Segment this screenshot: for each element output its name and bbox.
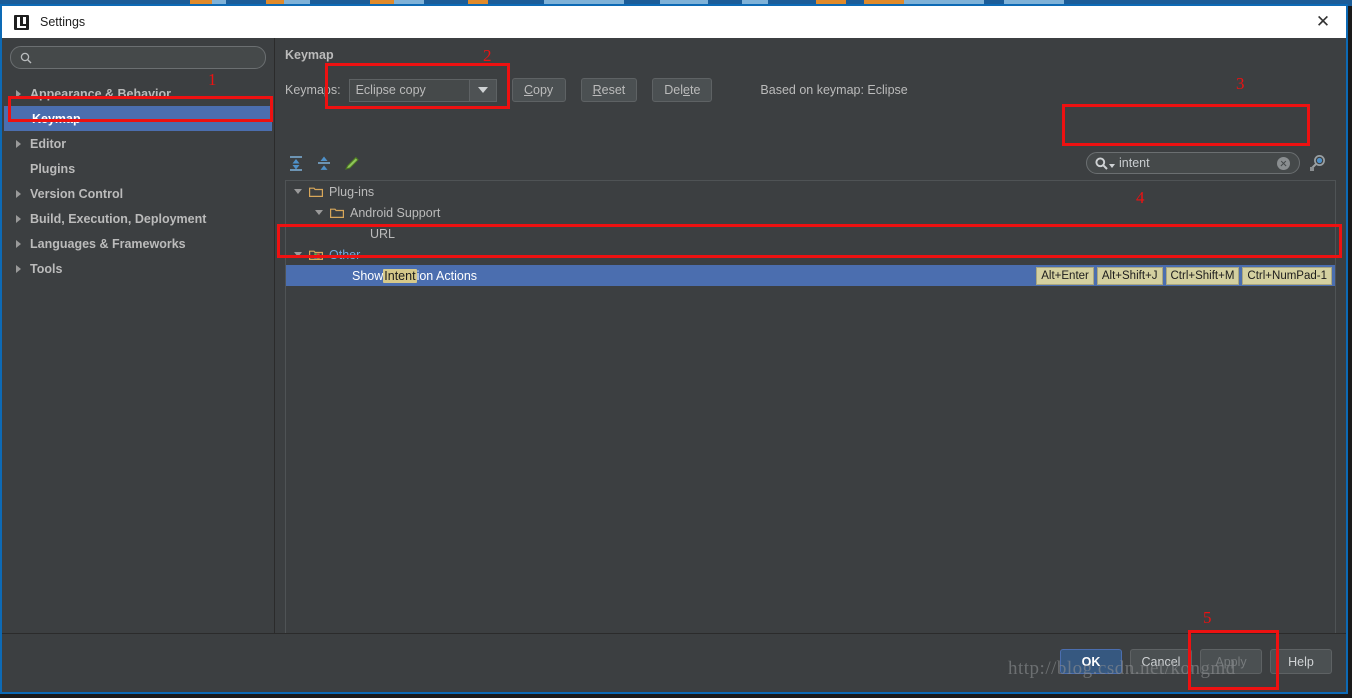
chevron-right-icon	[16, 214, 21, 223]
copy-button-label-rest: opy	[533, 83, 554, 97]
chevron-down-icon[interactable]	[294, 189, 302, 194]
settings-window-root: Settings ✕ Appearance & Behavior Keymap …	[0, 0, 1352, 698]
chevron-right-icon	[16, 89, 21, 98]
keymap-select[interactable]: Eclipse copy	[348, 78, 497, 102]
sidebar-item-label: Tools	[30, 261, 63, 276]
window-title: Settings	[40, 15, 86, 29]
keymap-search-value: intent	[1119, 156, 1150, 170]
chevron-right-icon	[16, 239, 21, 248]
sidebar-item-label: Languages & Frameworks	[30, 236, 186, 251]
shortcut-badge[interactable]: Alt+Enter	[1036, 266, 1094, 285]
expand-all-icon[interactable]	[287, 154, 305, 172]
chevron-right-icon	[16, 189, 21, 198]
watermark: http://blog.csdn.net/kongmd	[1008, 658, 1236, 679]
collapse-all-icon[interactable]	[315, 154, 333, 172]
search-icon	[20, 51, 32, 69]
keymap-tree-row-label-post: ion Actions	[416, 268, 478, 283]
settings-dialog: Settings ✕ Appearance & Behavior Keymap …	[0, 4, 1348, 694]
intellij-idea-icon	[14, 14, 29, 30]
chevron-down-icon[interactable]	[294, 252, 302, 257]
keymap-search-input[interactable]: intent	[1086, 152, 1300, 174]
sidebar-item-plugins[interactable]: Plugins	[2, 156, 274, 181]
keymap-panel: Keymap Keymaps: Eclipse copy Copy Reset	[275, 38, 1346, 692]
search-dropdown-icon[interactable]	[1095, 156, 1115, 170]
keymap-actions-tree[interactable]: Plug-ins Android Support URL Other Show …	[285, 180, 1336, 648]
sidebar-item-label: Appearance & Behavior	[30, 86, 172, 101]
keymap-tree-toolbar	[287, 154, 361, 172]
plugin-folder-icon	[308, 249, 323, 260]
folder-icon	[308, 186, 323, 197]
keymap-tree-row-label-pre: Show	[352, 268, 384, 283]
sidebar-item-label: Plugins	[30, 161, 76, 176]
based-on-keymap-label: Based on keymap: Eclipse	[760, 83, 908, 97]
keymap-tree-row-label: Other	[329, 247, 361, 262]
folder-icon	[329, 207, 344, 218]
shortcut-badge[interactable]: Ctrl+Shift+M	[1165, 266, 1240, 285]
shortcut-badges: Alt+Enter Alt+Shift+J Ctrl+Shift+M Ctrl+…	[1036, 266, 1335, 285]
title-bar: Settings ✕	[2, 6, 1346, 38]
keymaps-label: Keymaps:	[285, 83, 341, 97]
chevron-right-icon	[16, 264, 21, 273]
reset-button-label-rest: eset	[601, 83, 626, 97]
dialog-body: Appearance & Behavior Keymap Editor Plug…	[2, 38, 1346, 692]
sidebar-item-languages-frameworks[interactable]: Languages & Frameworks	[2, 231, 274, 256]
chevron-right-icon	[16, 139, 21, 148]
edit-pencil-icon[interactable]	[343, 154, 361, 172]
sidebar-item-build-execution-deployment[interactable]: Build, Execution, Deployment	[2, 206, 274, 231]
shortcut-badge[interactable]: Alt+Shift+J	[1096, 266, 1163, 285]
keymap-select-value: Eclipse copy	[355, 83, 426, 97]
chevron-down-icon[interactable]	[315, 210, 323, 215]
reset-button[interactable]: Reset	[580, 78, 638, 102]
clear-icon[interactable]	[1277, 156, 1290, 170]
keymap-tree-row-other[interactable]: Other	[286, 244, 1335, 265]
delete-button[interactable]: Del e te	[652, 78, 713, 102]
settings-sidebar: Appearance & Behavior Keymap Editor Plug…	[2, 38, 275, 692]
keymap-tree-row-show-intention-actions[interactable]: Show Intent ion Actions Alt+Enter Alt+Shi…	[286, 265, 1335, 286]
find-by-shortcut-icon[interactable]	[1308, 153, 1328, 173]
sidebar-item-keymap[interactable]: Keymap	[4, 106, 272, 131]
sidebar-item-appearance-behavior[interactable]: Appearance & Behavior	[2, 81, 274, 106]
keymap-selector-row: Keymaps: Eclipse copy Copy Reset Del e te	[285, 78, 908, 102]
sidebar-item-editor[interactable]: Editor	[2, 131, 274, 156]
sidebar-search-input[interactable]	[10, 46, 266, 69]
page-title: Keymap	[285, 48, 334, 62]
chevron-down-icon[interactable]	[468, 79, 496, 101]
keymap-tree-row-plugins[interactable]: Plug-ins	[286, 181, 1335, 202]
sidebar-item-label: Build, Execution, Deployment	[30, 211, 207, 226]
sidebar-item-label: Editor	[30, 136, 67, 151]
sidebar-item-label: Version Control	[30, 186, 124, 201]
sidebar-item-label: Keymap	[32, 111, 81, 126]
keymap-tree-row-label: Android Support	[350, 205, 441, 220]
keymap-tree-row-label: Plug-ins	[329, 184, 375, 199]
keymap-tree-row-url[interactable]: URL	[286, 223, 1335, 244]
sidebar-item-version-control[interactable]: Version Control	[2, 181, 274, 206]
copy-button[interactable]: Copy	[511, 78, 566, 102]
shortcut-badge[interactable]: Ctrl+NumPad-1	[1242, 266, 1332, 285]
help-button[interactable]: Help	[1270, 649, 1332, 674]
keymap-tree-row-label: URL	[370, 226, 396, 241]
close-icon[interactable]: ✕	[1300, 6, 1346, 38]
sidebar-tree: Appearance & Behavior Keymap Editor Plug…	[2, 81, 274, 281]
search-match-highlight: Intent	[383, 268, 417, 283]
keymap-tree-row-android-support[interactable]: Android Support	[286, 202, 1335, 223]
sidebar-item-tools[interactable]: Tools	[2, 256, 274, 281]
